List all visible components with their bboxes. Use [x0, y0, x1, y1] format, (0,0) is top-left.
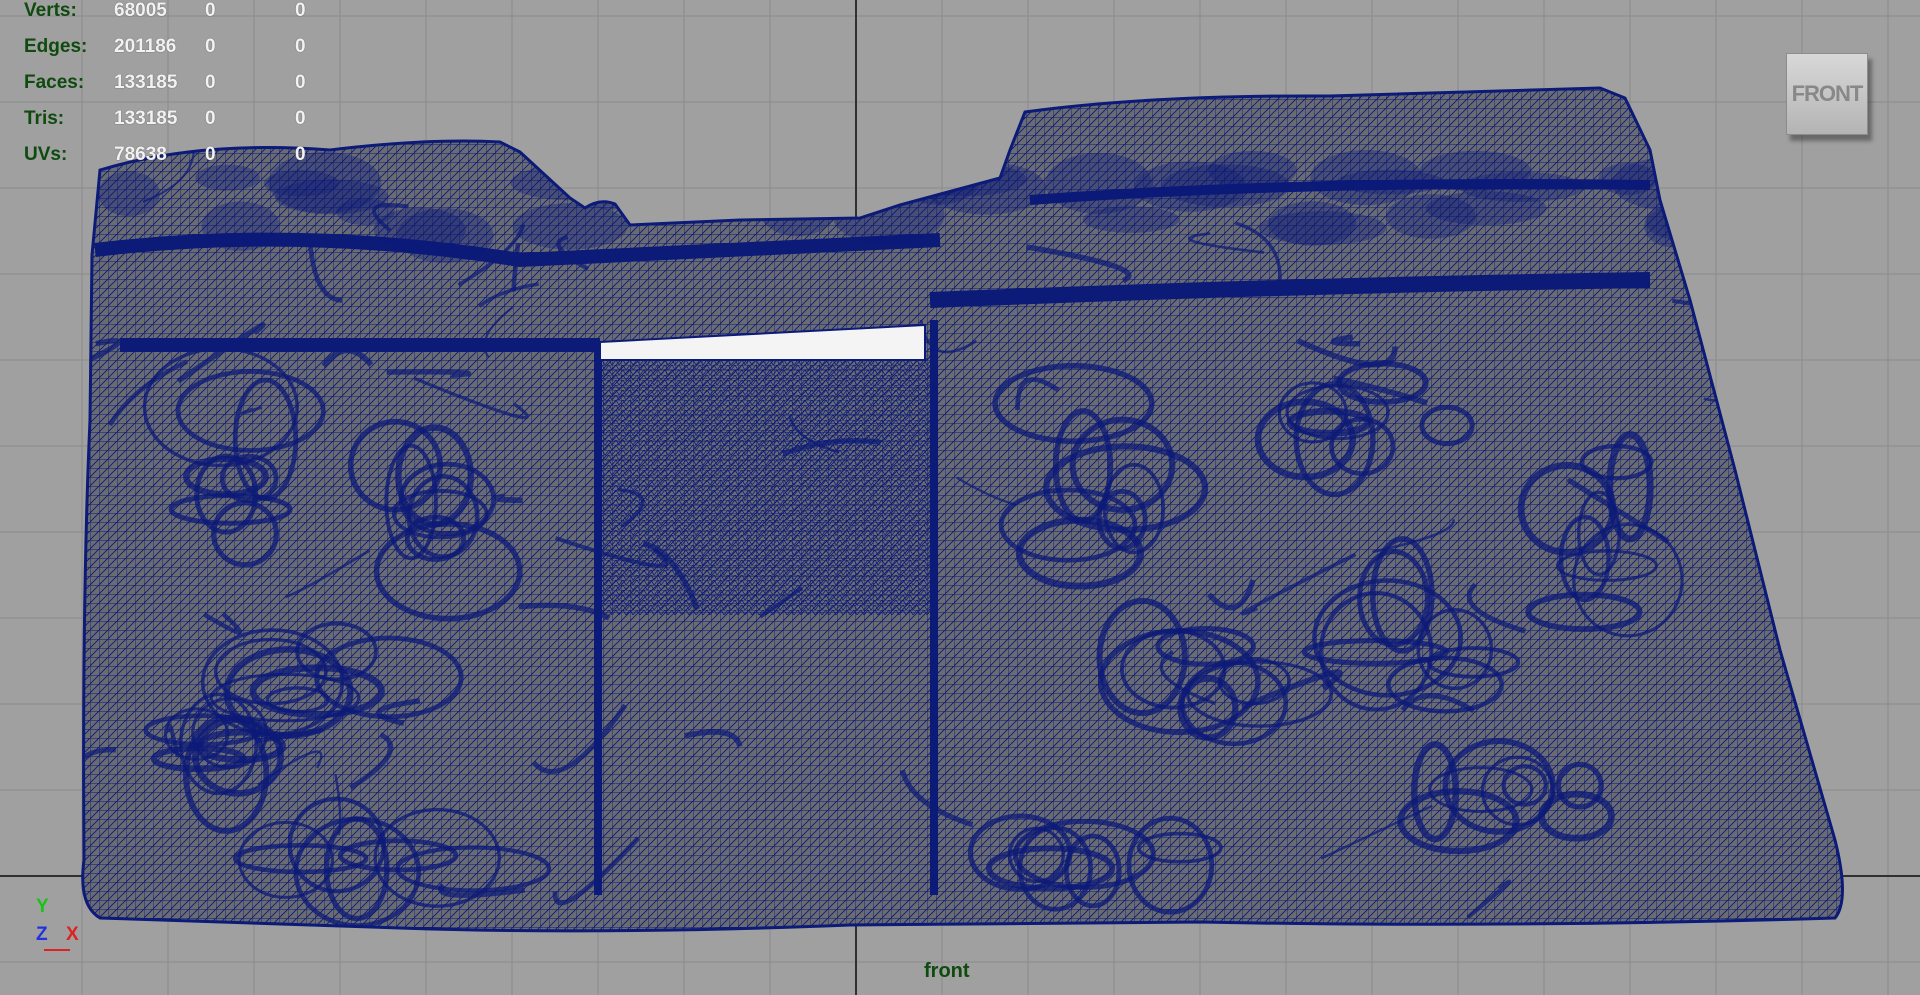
hud-value: 201186: [114, 36, 177, 57]
hud-value: 0: [295, 0, 306, 21]
mesh-detail: [1336, 169, 1444, 195]
camera-name-label: front: [924, 960, 970, 982]
hud-value: 0: [295, 144, 306, 165]
mesh-detail: [1725, 147, 1815, 208]
mesh-detail: [268, 152, 382, 214]
mesh-detail: [98, 171, 160, 217]
axis-z-label: Z: [36, 924, 48, 945]
hud-label: Verts:: [24, 0, 77, 21]
hud-value: 68005: [114, 0, 167, 21]
mesh-detail: [1776, 173, 1828, 232]
hud-value: 0: [205, 0, 216, 21]
mesh-detail: [512, 203, 628, 250]
viewport-panel[interactable]: [0, 0, 1920, 995]
mesh-detail: [1045, 152, 1153, 214]
hud-value: 0: [295, 36, 306, 57]
hud-value: 78638: [114, 144, 167, 165]
hud-value: 0: [295, 72, 306, 93]
mesh-detail: [1713, 367, 1764, 397]
mesh-detail: [1268, 201, 1357, 246]
mesh-detail: [1735, 186, 1824, 240]
mesh-detail: [1684, 178, 1709, 253]
hud-label: Faces:: [24, 72, 85, 93]
hud-value: 0: [205, 36, 216, 57]
mesh-detail: [1208, 150, 1297, 190]
axis-x-label: X: [66, 924, 79, 945]
mesh-detail: [832, 184, 945, 246]
mesh-detail: [1757, 174, 1817, 206]
view-cube-icon[interactable]: FRONT: [1786, 53, 1868, 135]
mesh-detail: [510, 165, 628, 201]
hud-value: 0: [205, 108, 216, 129]
hud-label: UVs:: [24, 144, 68, 165]
view-cube-label: FRONT: [1791, 81, 1864, 106]
mesh-detail: [1425, 191, 1547, 226]
hud-label: Tris:: [24, 108, 65, 129]
mesh-detail: [1598, 162, 1658, 196]
mesh-detail: [201, 201, 280, 251]
hud-value: 0: [205, 144, 216, 165]
axis-gizmo-icon: Y Z X: [30, 896, 90, 956]
hud-value: 133185: [114, 108, 178, 129]
hud-value: 133185: [114, 72, 178, 93]
hud-value: 0: [205, 72, 216, 93]
hud-label: Edges:: [24, 36, 88, 57]
mesh-detail: [1646, 205, 1708, 240]
hud-value: 0: [295, 108, 306, 129]
axis-y-label: Y: [36, 896, 49, 917]
mesh-detail: [195, 164, 260, 191]
mesh-wire-layer-dense: [595, 355, 935, 615]
mesh-detail: [396, 208, 494, 263]
mesh-detail: [757, 179, 838, 237]
wireframe-mesh[interactable]: [0, 0, 1920, 995]
mesh-detail: [894, 149, 982, 205]
mesh-detail: [1692, 169, 1799, 217]
